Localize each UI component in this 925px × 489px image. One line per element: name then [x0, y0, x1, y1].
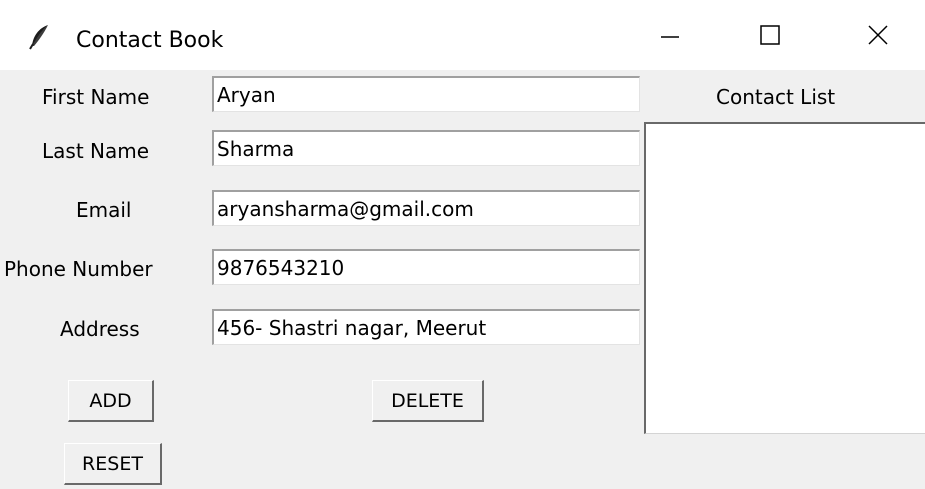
phone-number-label: Phone Number [4, 257, 153, 281]
last-name-label: Last Name [42, 139, 150, 163]
first-name-label: First Name [42, 85, 150, 109]
phone-number-field[interactable] [212, 249, 640, 285]
feather-icon [28, 24, 50, 50]
reset-button[interactable]: RESET [64, 443, 162, 485]
close-icon [867, 24, 889, 50]
address-field[interactable] [212, 309, 640, 345]
first-name-field[interactable] [212, 76, 640, 112]
last-name-field[interactable] [212, 130, 640, 166]
contact-list-title: Contact List [716, 85, 836, 109]
address-label: Address [60, 317, 140, 341]
contact-listbox[interactable] [644, 122, 925, 434]
window-title: Contact Book [76, 28, 224, 53]
maximize-icon [759, 24, 781, 50]
title-bar[interactable]: Contact Book [0, 0, 925, 70]
add-button[interactable]: ADD [68, 380, 154, 422]
minimize-icon [660, 25, 680, 49]
maximize-button[interactable] [740, 14, 800, 60]
close-button[interactable] [848, 14, 908, 60]
contact-book-window: Contact Book First Name Last Name Email … [0, 0, 925, 489]
email-field[interactable] [212, 190, 640, 226]
minimize-button[interactable] [640, 14, 700, 60]
delete-button[interactable]: DELETE [372, 380, 484, 422]
email-label: Email [76, 198, 132, 222]
